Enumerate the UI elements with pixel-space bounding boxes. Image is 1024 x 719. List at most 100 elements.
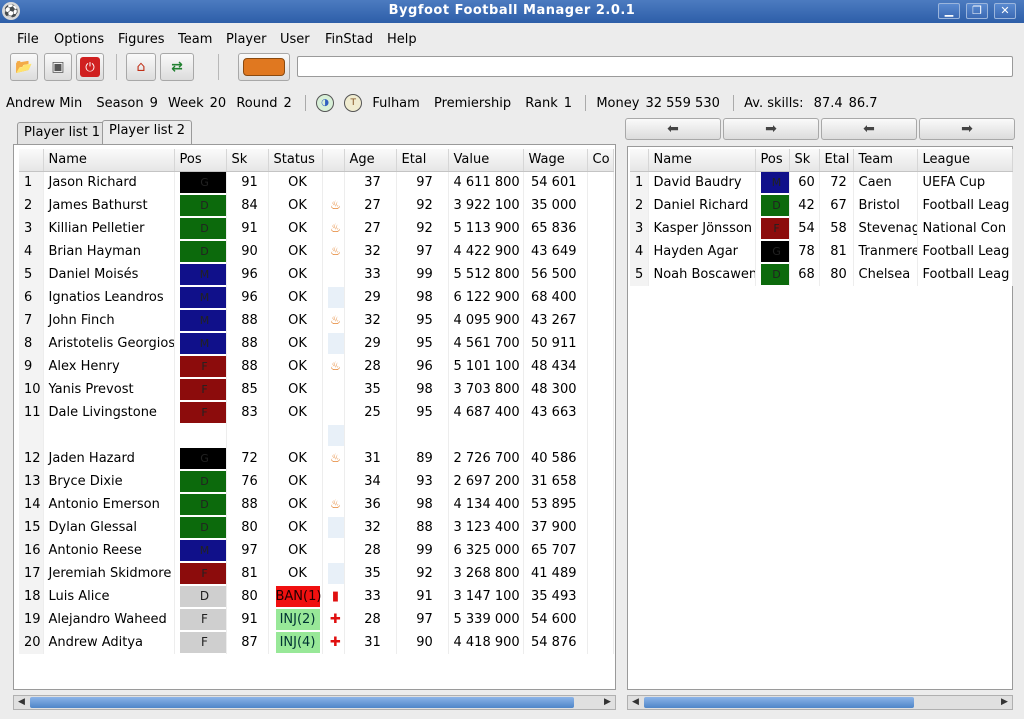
scrollbar-thumb[interactable] [644,697,914,708]
table-row[interactable]: 3 Killian Pelletier D 91 OK ♨ 27 92 5 113 900 65 … [19,217,614,240]
column-header[interactable]: Team [853,149,918,172]
table-row[interactable]: 17 Jeremiah Skidmore F 81 OK 35 92 3 268 800 41 … [19,562,614,585]
table-row[interactable]: 8 Aristotelis Georgios M 88 OK 29 95 4 561 700 5… [19,332,614,355]
table-row[interactable]: 9 Alex Henry F 88 OK ♨ 28 96 5 101 100 48 434 [19,355,614,378]
scroll-right-icon[interactable]: ▶ [601,696,614,709]
scroll-left-icon[interactable]: ◀ [629,696,642,709]
menu-user[interactable]: User [280,32,310,47]
value-cell: 2 697 200 [448,470,524,493]
league-stats-icon[interactable]: ◑ [316,94,335,112]
row-number: 20 [19,631,44,654]
etal-cell: 99 [396,539,449,562]
column-header[interactable]: Name [43,149,175,172]
quit-button[interactable]: ⏻ [76,53,104,81]
tab-player-list-2[interactable]: Player list 2 [102,120,193,144]
position-badge: D [760,264,788,285]
table-row[interactable]: 11 Dale Livingstone F 83 OK 25 95 4 687 400 43 6… [19,401,614,424]
column-header[interactable]: Sk [226,149,269,172]
scroll-right-icon[interactable]: ▶ [998,696,1011,709]
table-row[interactable]: 4 Hayden Agar G 78 81 Tranmere Football Leag [630,240,1013,263]
next-arrow-button[interactable]: ➡ [919,118,1015,140]
column-header[interactable]: Sk [789,149,820,172]
table-row[interactable]: 15 Dylan Glessal D 80 OK 32 88 3 123 400 37 900 [19,516,614,539]
column-header[interactable]: Value [448,149,524,172]
transfer-button[interactable]: ⇄ [160,53,194,81]
menu-player[interactable]: Player [226,32,266,47]
skill-cell: 72 [226,447,269,470]
position-cell: F [174,378,227,401]
table-row[interactable]: 16 Antonio Reese M 97 OK 28 99 6 325 000 65 707 [19,539,614,562]
table-row[interactable]: 5 Noah Boscawen D 68 80 Chelsea Football Leag [630,263,1013,286]
maximize-button[interactable]: ❐ [966,3,988,19]
column-header[interactable]: League [917,149,1013,172]
minimize-button[interactable]: ▁ [938,3,960,19]
toolbar-separator [218,54,219,80]
table-row[interactable]: 18 Luis Alice D 80 BAN(1) ▮ 33 91 3 147 100 35 49… [19,585,614,608]
scrollbar-thumb[interactable] [30,697,574,708]
column-header[interactable]: Name [648,149,756,172]
position-badge: G [179,448,225,469]
row-number: 19 [19,608,44,631]
column-header[interactable]: Pos [174,149,227,172]
tab-player-list-1[interactable]: Player list 1 [17,122,108,144]
table-row[interactable]: 3Kasper JönssonF5458StevenageNational Co… [630,217,1013,240]
menu-team[interactable]: Team [178,32,212,47]
menu-file[interactable]: File [17,32,39,47]
menu-options[interactable]: Options [54,32,104,47]
save-button[interactable]: ▣ [44,53,72,81]
table-row[interactable]: 5 Daniel Moisés M 96 OK 33 99 5 512 800 56 500 [19,263,614,286]
table-row[interactable]: 13 Bryce Dixie D 76 OK 34 93 2 697 200 31 658 [19,470,614,493]
next-arrow-button[interactable]: ➡ [723,118,819,140]
status-cell: OK [268,286,323,309]
column-header[interactable] [322,149,345,172]
open-button[interactable]: 📂 [10,53,38,81]
menu-help[interactable]: Help [387,32,417,47]
column-header[interactable]: Status [268,149,323,172]
column-header[interactable]: Etal [396,149,449,172]
column-header[interactable]: Wage [523,149,588,172]
column-header[interactable] [19,149,44,172]
user-name: Andrew Min [6,95,83,111]
player-name: Daniel Moisés [43,263,175,286]
position-cell: D [174,194,227,217]
column-header[interactable] [630,149,649,172]
table-row[interactable]: 2 James Bathurst D 84 OK ♨ 27 92 3 922 100 35 000 [19,194,614,217]
table-row[interactable]: 10 Yanis Prevost F 85 OK 35 98 3 703 800 48 300 [19,378,614,401]
age-cell: 32 [344,309,397,332]
column-header[interactable]: Etal [819,149,854,172]
skill-cell: 81 [226,562,269,585]
table-row[interactable]: 1 Jason Richard G 91 OK 37 97 4 611 800 54 601 [19,171,614,194]
horizontal-scrollbar[interactable]: ◀ ▶ [13,695,616,710]
column-header[interactable]: Pos [755,149,790,172]
prev-arrow-button[interactable]: ⬅ [625,118,721,140]
etal-cell: 97 [396,608,449,631]
scroll-left-icon[interactable]: ◀ [15,696,28,709]
status-cell: OK [268,401,323,424]
column-header[interactable]: Age [344,149,397,172]
menu-finstad[interactable]: FinStad [325,32,373,47]
column-header[interactable]: Co [587,149,614,172]
table-row[interactable] [19,424,614,447]
table-row[interactable]: 2 Daniel Richard D 42 67 Bristol Football Leag [630,194,1013,217]
table-row[interactable]: 12 Jaden Hazard G 72 OK ♨ 31 89 2 726 700 40 586 [19,447,614,470]
table-row[interactable]: 7 John Finch M 88 OK ♨ 32 95 4 095 900 43 267 [19,309,614,332]
table-row[interactable]: 1 David Baudry M 60 72 Caen UEFA Cup [630,171,1013,194]
extra-cell [322,332,345,355]
next-week-button[interactable] [238,53,290,81]
prev-arrow-button[interactable]: ⬅ [821,118,917,140]
close-button[interactable]: ✕ [994,3,1016,19]
team-style-icon[interactable]: T [344,94,363,112]
table-row[interactable]: 19 Alejandro Waheed F 91 INJ(2) ✚ 28 97 5 339 00… [19,608,614,631]
right-list-panel: Name Pos Sk Etal Team League 1 David Baudry M 60… [627,146,1013,690]
week-value: 20 [209,95,227,111]
table-row[interactable]: 6 Ignatios Leandros M 96 OK 29 98 6 122 900 68 4… [19,286,614,309]
home-button[interactable]: ⌂ [126,53,156,81]
open-icon: 📂 [15,59,33,75]
table-row[interactable]: 14 Antonio Emerson D 88 OK ♨ 36 98 4 134 400 53 8… [19,493,614,516]
menu-figures[interactable]: Figures [118,32,164,47]
wage-cell: 35 000 [523,194,588,217]
toolbar-entry[interactable] [297,56,1013,77]
table-row[interactable]: 4 Brian Hayman D 90 OK ♨ 32 97 4 422 900 43 649 [19,240,614,263]
table-row[interactable]: 20 Andrew Aditya F 87 INJ(4) ✚ 31 90 4 418 900 54… [19,631,614,654]
right-horizontal-scrollbar[interactable]: ◀ ▶ [627,695,1013,710]
